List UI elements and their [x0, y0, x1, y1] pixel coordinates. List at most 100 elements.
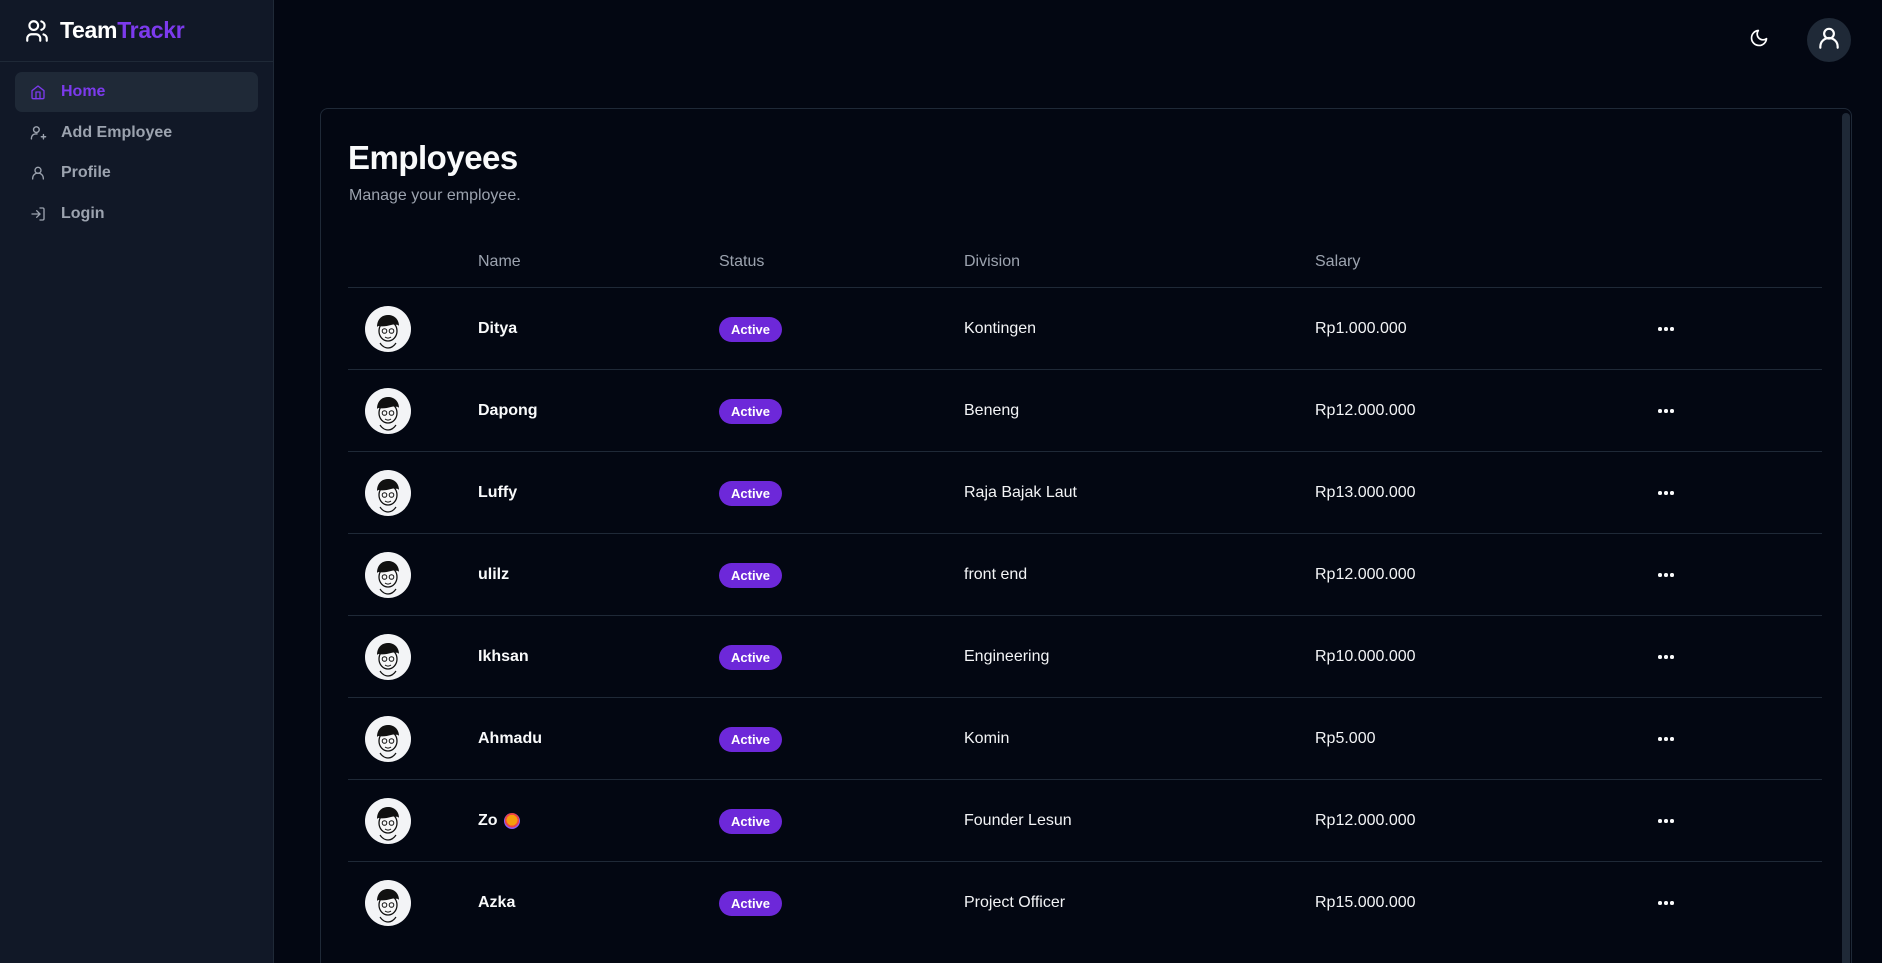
- page-title: Employees: [348, 139, 518, 176]
- row-actions-button[interactable]: [1652, 698, 1680, 780]
- employee-salary: Rp12.000.000: [1315, 812, 1416, 829]
- page-subtitle: Manage your employee.: [349, 187, 521, 204]
- status-cell: Active: [719, 616, 783, 698]
- status-cell: Active: [719, 780, 783, 862]
- column-header-salary[interactable]: Salary: [1315, 240, 1360, 288]
- table-row[interactable]: Dapong Active Beneng Rp12.000.000: [348, 369, 1822, 451]
- more-horizontal-icon: [1658, 409, 1674, 413]
- user-avatar-button[interactable]: [1807, 18, 1851, 62]
- status-badge: Active: [719, 316, 783, 342]
- employee-name: Azka: [478, 862, 515, 944]
- employee-name-text: Ditya: [478, 320, 518, 337]
- status-cell: Active: [719, 698, 783, 780]
- employee-division: Raja Bajak Laut: [964, 484, 1077, 501]
- sidebar-item-label: Add Employee: [61, 123, 173, 141]
- scrollbar[interactable]: [1842, 113, 1850, 963]
- employee-division: Beneng: [964, 402, 1020, 419]
- row-actions-button[interactable]: [1652, 780, 1680, 862]
- avatar: [365, 388, 411, 434]
- avatar-illustration: [377, 397, 399, 431]
- employee-name: Dapong: [478, 370, 538, 452]
- avatar-illustration: [377, 725, 399, 759]
- employee-division: Project Officer: [964, 894, 1066, 911]
- sidebar-item-add-employee[interactable]: Add Employee: [15, 113, 258, 153]
- status-cell: Active: [719, 288, 783, 370]
- status-badge: Active: [719, 480, 783, 506]
- employee-division: Founder Lesun: [964, 812, 1072, 829]
- row-actions-button[interactable]: [1652, 862, 1680, 944]
- employee-name: Ahmadu: [478, 698, 542, 780]
- employee-name-text: Zo: [478, 812, 498, 829]
- avatar-illustration: [377, 889, 399, 923]
- more-horizontal-icon: [1658, 737, 1674, 741]
- status-cell: Active: [719, 862, 783, 944]
- sidebar-item-home[interactable]: Home: [15, 72, 258, 112]
- employee-name: Luffy: [478, 452, 517, 534]
- emoji-icon: [503, 813, 520, 829]
- employee-salary: Rp12.000.000: [1315, 402, 1416, 419]
- avatar-cell: [365, 698, 411, 780]
- employee-name: Ditya: [478, 288, 517, 370]
- column-header-name[interactable]: Name: [478, 240, 521, 288]
- employee-name: Zo: [478, 780, 520, 862]
- status-badge: Active: [719, 562, 783, 588]
- sidebar-item-label: Profile: [61, 164, 111, 181]
- avatar: [365, 306, 411, 352]
- row-actions-button[interactable]: [1652, 534, 1680, 616]
- theme-toggle-button[interactable]: [1747, 28, 1771, 52]
- status-cell: Active: [719, 534, 783, 616]
- user-icon: [1816, 25, 1842, 56]
- table-row[interactable]: Ahmadu Active Komin Rp5.000: [348, 697, 1822, 779]
- sidebar-item-login[interactable]: Login: [15, 194, 258, 234]
- sidebar-item-label: Home: [61, 83, 106, 100]
- avatar-illustration: [377, 315, 399, 349]
- avatar-cell: [365, 288, 411, 370]
- table-row[interactable]: Ikhsan Active Engineering Rp10.000.000: [348, 615, 1822, 697]
- more-horizontal-icon: [1658, 491, 1674, 495]
- more-horizontal-icon: [1658, 573, 1674, 577]
- table-row[interactable]: Zo Active Founder Lesun Rp12.000.000: [348, 779, 1822, 861]
- avatar: [365, 716, 411, 762]
- avatar-cell: [365, 452, 411, 534]
- employee-salary: Rp5.000: [1315, 730, 1376, 747]
- row-actions-button[interactable]: [1652, 288, 1680, 370]
- employee-salary: Rp10.000.000: [1315, 648, 1416, 665]
- brand-logo[interactable]: TeamTrackr: [0, 0, 273, 62]
- status-badge: Active: [719, 726, 783, 752]
- more-horizontal-icon: [1658, 327, 1674, 331]
- employee-salary: Rp15.000.000: [1315, 894, 1416, 911]
- status-badge: Active: [719, 644, 783, 670]
- row-actions-button[interactable]: [1652, 452, 1680, 534]
- employee-name-text: Ikhsan: [478, 648, 529, 665]
- brand-name: TeamTrackr: [60, 17, 185, 43]
- row-actions-button[interactable]: [1652, 370, 1680, 452]
- employee-name-text: Ahmadu: [478, 730, 542, 747]
- table-row[interactable]: Azka Active Project Officer Rp15.000.000: [348, 861, 1822, 943]
- status-badge: Active: [719, 808, 783, 834]
- employee-division: Kontingen: [964, 320, 1037, 337]
- avatar-illustration: [377, 561, 399, 595]
- column-header-division[interactable]: Division: [964, 240, 1020, 288]
- avatar: [365, 470, 411, 516]
- avatar: [365, 798, 411, 844]
- employee-name-text: Dapong: [478, 402, 538, 419]
- employee-division: Komin: [964, 730, 1010, 747]
- avatar-illustration: [377, 479, 399, 513]
- table-row[interactable]: Ditya Active Kontingen Rp1.000.000: [348, 287, 1822, 369]
- employee-name: Ikhsan: [478, 616, 529, 698]
- users-icon: [24, 17, 52, 45]
- employee-salary: Rp12.000.000: [1315, 566, 1416, 583]
- table-row[interactable]: Luffy Active Raja Bajak Laut Rp13.000.00…: [348, 451, 1822, 533]
- status-badge: Active: [719, 398, 783, 424]
- employee-division: front end: [964, 566, 1028, 583]
- sidebar-item-profile[interactable]: Profile: [15, 153, 258, 193]
- table-row[interactable]: ulilz Active front end Rp12.000.000: [348, 533, 1822, 615]
- avatar-cell: [365, 780, 411, 862]
- avatar-illustration: [377, 643, 399, 677]
- more-horizontal-icon: [1658, 901, 1674, 905]
- column-header-status[interactable]: Status: [719, 240, 764, 288]
- row-actions-button[interactable]: [1652, 616, 1680, 698]
- moon-icon: [1749, 28, 1769, 53]
- employee-salary: Rp13.000.000: [1315, 484, 1416, 501]
- avatar: [365, 552, 411, 598]
